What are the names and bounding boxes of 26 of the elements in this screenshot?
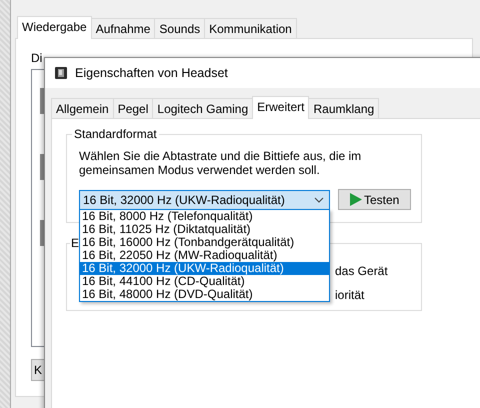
- tab[interactable]: Raumklang: [308, 98, 380, 118]
- group-title: Standardformat: [72, 127, 159, 141]
- play-icon: [350, 193, 362, 206]
- option-label: iorität: [335, 288, 366, 302]
- group-title: E: [70, 236, 80, 250]
- tab[interactable]: Allgemein: [51, 98, 114, 118]
- chevron-down-icon: [314, 196, 324, 202]
- tab[interactable]: Erweitert: [252, 96, 310, 119]
- dropdown-option[interactable]: 16 Bit, 11025 Hz (Diktatqualität): [80, 223, 329, 236]
- dropdown-option[interactable]: 16 Bit, 16000 Hz (Tonbandgerätqualität): [80, 236, 329, 249]
- dropdown-option[interactable]: 16 Bit, 32000 Hz (UKW-Radioqualität): [80, 262, 329, 275]
- tab[interactable]: Pegel: [112, 98, 154, 118]
- option-label: das Gerät: [335, 264, 389, 278]
- intro-text: Di: [31, 51, 42, 65]
- dropdown-option[interactable]: 16 Bit, 48000 Hz (DVD-Qualität): [80, 288, 329, 301]
- dropdown-option[interactable]: 16 Bit, 8000 Hz (Telefonqualität): [80, 210, 329, 223]
- description-text: Wählen Sie die Abtastrate und die Bittiefe aus, die im gemeinsamen Modus verwendet werden soll.: [79, 149, 362, 177]
- speaker-icon: [54, 66, 68, 80]
- dropdown-option[interactable]: 16 Bit, 22050 Hz (MW-Radioqualität): [80, 249, 329, 262]
- test-button[interactable]: Testen: [338, 189, 411, 210]
- window-title: Eigenschaften von Headset: [75, 66, 228, 80]
- dropdown-option[interactable]: 16 Bit, 44100 Hz (CD-Qualität): [80, 275, 329, 288]
- tab[interactable]: Wiedergabe: [17, 16, 92, 39]
- format-dropdown[interactable]: 16 Bit, 32000 Hz (UKW-Radioqualität): [79, 190, 330, 210]
- tab[interactable]: Kommunikation: [204, 18, 297, 38]
- tab[interactable]: Logitech Gaming: [152, 98, 254, 118]
